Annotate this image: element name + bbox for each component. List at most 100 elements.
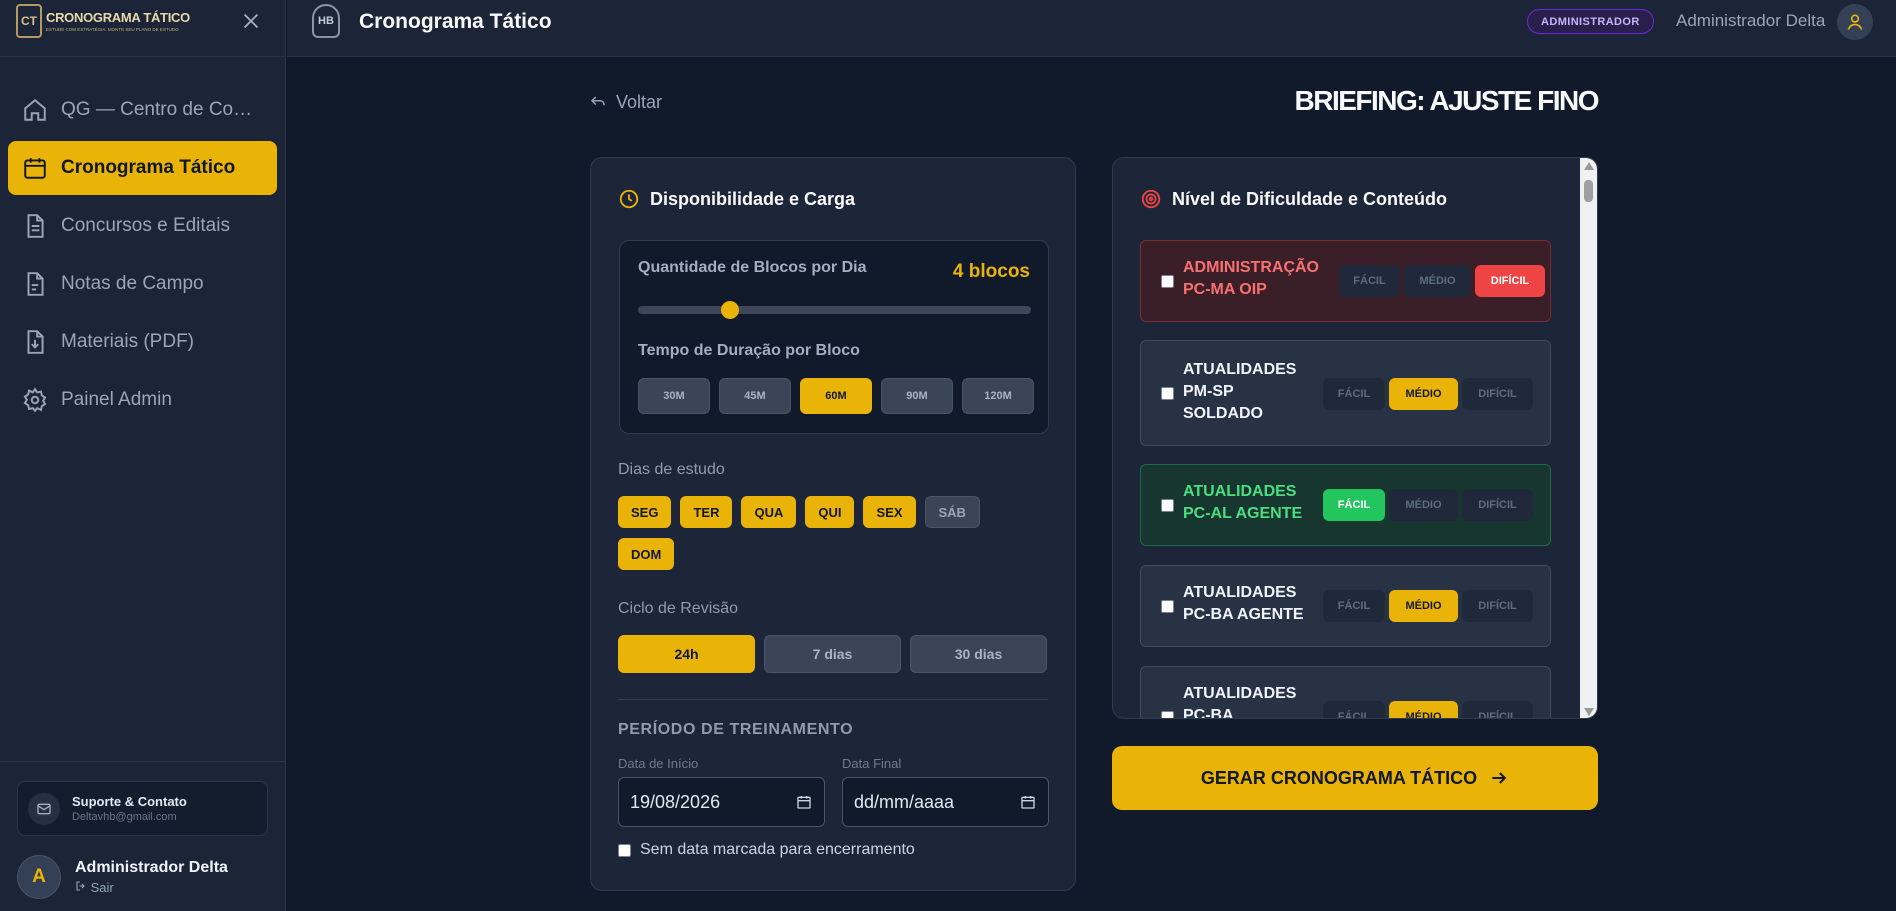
sidebar-item-label: Materiais (PDF) <box>61 331 195 352</box>
subject-checkbox[interactable] <box>1161 387 1174 400</box>
difficulty-easy[interactable]: FÁCIL <box>1323 489 1385 521</box>
difficulty-title: Nível de Dificuldade e Conteúdo <box>1172 188 1448 209</box>
duration-label: Tempo de Duração por Bloco <box>638 342 860 359</box>
mail-icon <box>28 792 60 825</box>
avatar[interactable]: A <box>17 855 61 899</box>
subject-checkbox[interactable] <box>1161 275 1174 288</box>
brand-logo[interactable]: CT CRONOGRAMA TÁTICO ESTUDE COM ESTRATÉG… <box>16 4 190 38</box>
subject-row: ADMINISTRAÇÃO PC-MA OIP FÁCIL MÉDIO DIFÍ… <box>1140 240 1551 322</box>
role-badge: ADMINISTRADOR <box>1527 9 1654 34</box>
subject-checkbox[interactable] <box>1161 600 1174 613</box>
difficulty-medium[interactable]: MÉDIO <box>1389 489 1458 521</box>
cycle-7-dias[interactable]: 7 dias <box>764 635 901 673</box>
scrollbar[interactable] <box>1580 158 1597 718</box>
difficulty-easy[interactable]: FÁCIL <box>1323 590 1385 622</box>
no-end-date-checkbox[interactable] <box>618 843 631 857</box>
scroll-down-arrow-icon[interactable] <box>1584 708 1594 716</box>
cycle-30-dias[interactable]: 30 dias <box>910 635 1047 673</box>
review-cycle-label: Ciclo de Revisão <box>618 600 739 617</box>
duration-30m[interactable]: 30M <box>638 378 710 414</box>
sidebar-item-label: Notas de Campo <box>61 273 204 294</box>
subject-name: ADMINISTRAÇÃO PC-MA OIP <box>1183 257 1319 301</box>
difficulty-header: Nível de Dificuldade e Conteúdo <box>1140 188 1447 210</box>
subject-checkbox[interactable] <box>1161 499 1174 512</box>
difficulty-card: Nível de Dificuldade e Conteúdo ADMINIST… <box>1112 157 1598 719</box>
gear-icon <box>23 387 47 413</box>
scrollbar-thumb[interactable] <box>1584 180 1593 202</box>
day-qui[interactable]: QUI <box>805 496 855 528</box>
support-contact[interactable]: Suporte & Contato Deltavhb@gmail.com <box>17 781 268 836</box>
difficulty-hard[interactable]: DIFÍCIL <box>1462 378 1533 410</box>
document-icon <box>27 214 44 238</box>
difficulty-options: FÁCIL MÉDIO DIFÍCIL <box>1339 265 1545 297</box>
difficulty-easy[interactable]: FÁCIL <box>1323 378 1385 410</box>
back-link[interactable]: Voltar <box>589 92 662 113</box>
difficulty-medium[interactable]: MÉDIO <box>1389 590 1458 622</box>
generate-schedule-button[interactable]: GERAR CRONOGRAMA TÁTICO <box>1112 746 1598 810</box>
calendar-picker-icon[interactable] <box>796 794 812 810</box>
undo-arrow-icon <box>590 95 605 105</box>
cycle-24h[interactable]: 24h <box>618 635 755 673</box>
sidebar-item-label: Cronograma Tático <box>61 157 236 178</box>
sidebar-item-admin[interactable]: Painel Admin <box>8 373 277 427</box>
sidebar-item-concursos[interactable]: Concursos e Editais <box>8 199 277 253</box>
sidebar-item-qg[interactable]: QG — Centro de Comando <box>8 83 277 137</box>
blocks-value: 4 blocos <box>952 261 1030 282</box>
availability-title: Disponibilidade e Carga <box>650 188 856 209</box>
day-seg[interactable]: SEG <box>618 496 672 528</box>
user-name: Administrador Delta <box>75 859 228 876</box>
difficulty-medium[interactable]: MÉDIO <box>1389 378 1458 410</box>
end-date-input[interactable]: dd/mm/aaaa <box>842 777 1049 827</box>
end-date-label: Data Final <box>842 756 902 771</box>
day-dom[interactable]: DOM <box>618 538 675 570</box>
logo-mark: CT <box>16 4 42 38</box>
day-sex[interactable]: SEX <box>863 496 916 528</box>
difficulty-hard[interactable]: DIFÍCIL <box>1475 265 1545 297</box>
close-sidebar-icon[interactable] <box>240 10 262 32</box>
arrow-right-icon <box>1492 772 1507 784</box>
difficulty-hard[interactable]: DIFÍCIL <box>1462 590 1533 622</box>
sidebar-item-notas[interactable]: Notas de Campo <box>8 257 277 311</box>
difficulty-easy[interactable]: FÁCIL <box>1323 701 1385 718</box>
availability-card: Disponibilidade e Carga Quantidade de Bl… <box>590 157 1076 891</box>
difficulty-easy[interactable]: FÁCIL <box>1339 265 1400 297</box>
difficulty-hard[interactable]: DIFÍCIL <box>1462 489 1533 521</box>
day-ter[interactable]: TER <box>680 496 733 528</box>
duration-90m[interactable]: 90M <box>881 378 953 414</box>
sidebar-item-label: Painel Admin <box>61 389 172 410</box>
subject-name: ATUALIDADES PC-BA AGENTE <box>1183 582 1304 626</box>
generate-label: GERAR CRONOGRAMA TÁTICO <box>1200 767 1478 788</box>
blocks-label: Quantidade de Blocos por Dia <box>638 259 867 276</box>
subject-checkbox[interactable] <box>1161 711 1174 718</box>
user-icon[interactable] <box>1837 4 1873 40</box>
logout-link[interactable]: Sair <box>75 880 228 895</box>
slider-thumb[interactable] <box>720 301 739 319</box>
day-sab[interactable]: SÁB <box>924 496 980 528</box>
user-profile: A Administrador Delta Sair <box>17 855 228 899</box>
sidebar-item-cronograma[interactable]: Cronograma Tático <box>8 141 277 195</box>
logout-icon <box>76 881 85 891</box>
no-end-date-option[interactable]: Sem data marcada para encerramento <box>618 841 915 859</box>
subject-row: ATUALIDADES PC-AL AGENTE FÁCIL MÉDIO DIF… <box>1140 464 1551 546</box>
start-date-input[interactable]: 19/08/2026 <box>618 777 825 827</box>
duration-options: 30M 45M 60M 90M 120M <box>638 378 1034 414</box>
duration-60m[interactable]: 60M <box>800 378 872 414</box>
day-qua[interactable]: QUA <box>741 496 797 528</box>
briefing-title: BRIEFING: AJUSTE FINO <box>1294 85 1600 116</box>
duration-120m[interactable]: 120M <box>962 378 1034 414</box>
subject-name-line: ATUALIDADES <box>1183 685 1297 702</box>
back-label: Voltar <box>616 92 663 112</box>
subject-name-line: PC-AL AGENTE <box>1183 505 1303 522</box>
sidebar-divider <box>0 56 286 57</box>
brand-tagline: ESTUDE COM ESTRATÉGIA. MONTE SEU PLANO D… <box>46 27 179 32</box>
blocks-slider[interactable] <box>638 301 1031 319</box>
sidebar-item-materiais[interactable]: Materiais (PDF) <box>8 315 277 369</box>
duration-45m[interactable]: 45M <box>719 378 791 414</box>
page-title: Cronograma Tático <box>359 10 552 33</box>
difficulty-medium[interactable]: MÉDIO <box>1404 265 1471 297</box>
scroll-up-arrow-icon[interactable] <box>1584 162 1594 170</box>
difficulty-options: FÁCIL MÉDIO DIFÍCIL <box>1323 590 1533 622</box>
difficulty-medium[interactable]: MÉDIO <box>1389 701 1458 718</box>
calendar-picker-icon[interactable] <box>1020 794 1036 810</box>
difficulty-hard[interactable]: DIFÍCIL <box>1462 701 1533 718</box>
